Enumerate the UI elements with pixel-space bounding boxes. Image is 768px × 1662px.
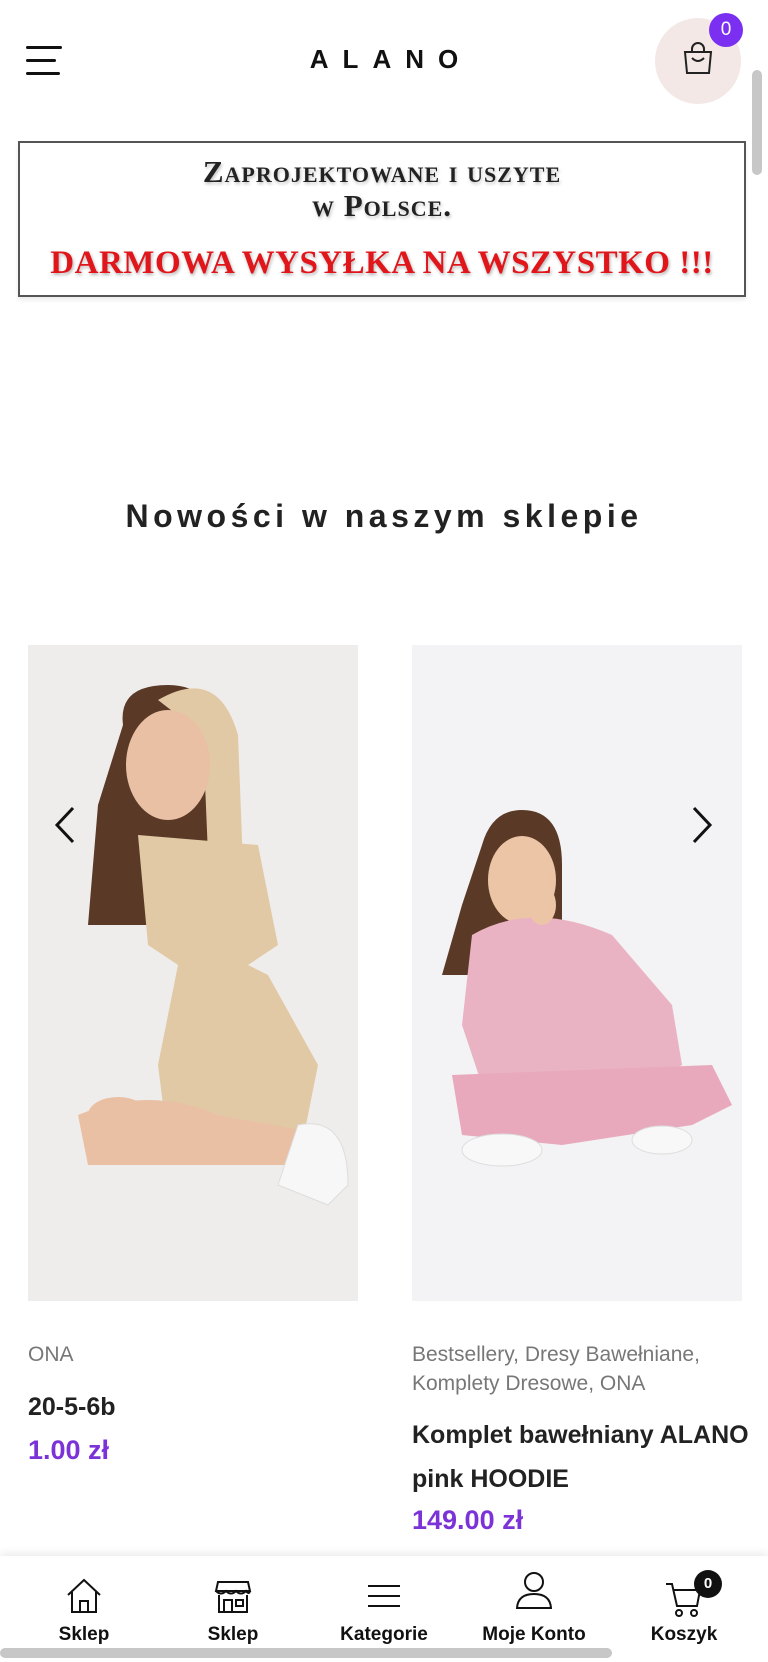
header: ALANO 0 [0, 0, 768, 125]
section-title: Nowości w naszym sklepie [125, 498, 643, 534]
product-category[interactable]: Bestsellery, Dresy Bawełniane, Komplety … [412, 1340, 752, 1398]
product-name[interactable]: 20-5-6b [28, 1385, 368, 1429]
home-icon [67, 1578, 101, 1613]
nav-item-sklep-store[interactable]: Sklep [173, 1556, 293, 1656]
product-price: 1.00 zł [28, 1435, 110, 1465]
list-icon [368, 1585, 400, 1607]
nav-label: Sklep [207, 1624, 259, 1645]
nav-item-sklep-home[interactable]: Sklep [24, 1556, 144, 1656]
nav-label: Moje Konto [482, 1624, 586, 1645]
product-image[interactable] [412, 645, 742, 1301]
nav-label: Kategorie [340, 1624, 428, 1645]
store-icon [214, 1581, 252, 1613]
cart-count-badge: 0 [694, 1570, 722, 1598]
carousel-prev-arrow-icon[interactable] [45, 800, 85, 850]
nav-item-kategorie[interactable]: Kategorie [324, 1556, 444, 1656]
nav-label: Sklep [58, 1624, 110, 1645]
carousel-next-arrow-icon[interactable] [682, 800, 722, 850]
product-image[interactable] [28, 645, 358, 1301]
nav-label: Koszyk [650, 1624, 718, 1645]
banner-line-1: Zaprojektowane i uszyte [202, 154, 562, 189]
nav-item-koszyk[interactable]: 0 Koszyk [624, 1556, 744, 1656]
site-logo[interactable]: ALANO [0, 44, 768, 75]
product-price: 149.00 zł [412, 1505, 524, 1535]
scrollbar[interactable] [752, 70, 762, 175]
product-category[interactable]: ONA [28, 1340, 368, 1369]
banner-free-shipping: DARMOWA WYSYŁKA NA WSZYSTKO !!! [50, 245, 714, 281]
nav-item-moje-konto[interactable]: Moje Konto [474, 1556, 594, 1656]
cart-count-badge: 0 [709, 13, 743, 47]
shopping-bag-icon [683, 42, 713, 74]
product-name[interactable]: Komplet bawełniany ALANO pink HOODIE [412, 1413, 752, 1501]
banner-line-2: w Polsce. [311, 188, 453, 223]
promo-banner: Zaprojektowane i uszyte w Polsce. DARMOW… [18, 141, 746, 297]
bottom-navigation: Sklep Sklep Kategorie Moje Konto 0 Koszy… [0, 1556, 768, 1662]
user-icon [515, 1572, 553, 1609]
home-indicator [0, 1648, 612, 1658]
